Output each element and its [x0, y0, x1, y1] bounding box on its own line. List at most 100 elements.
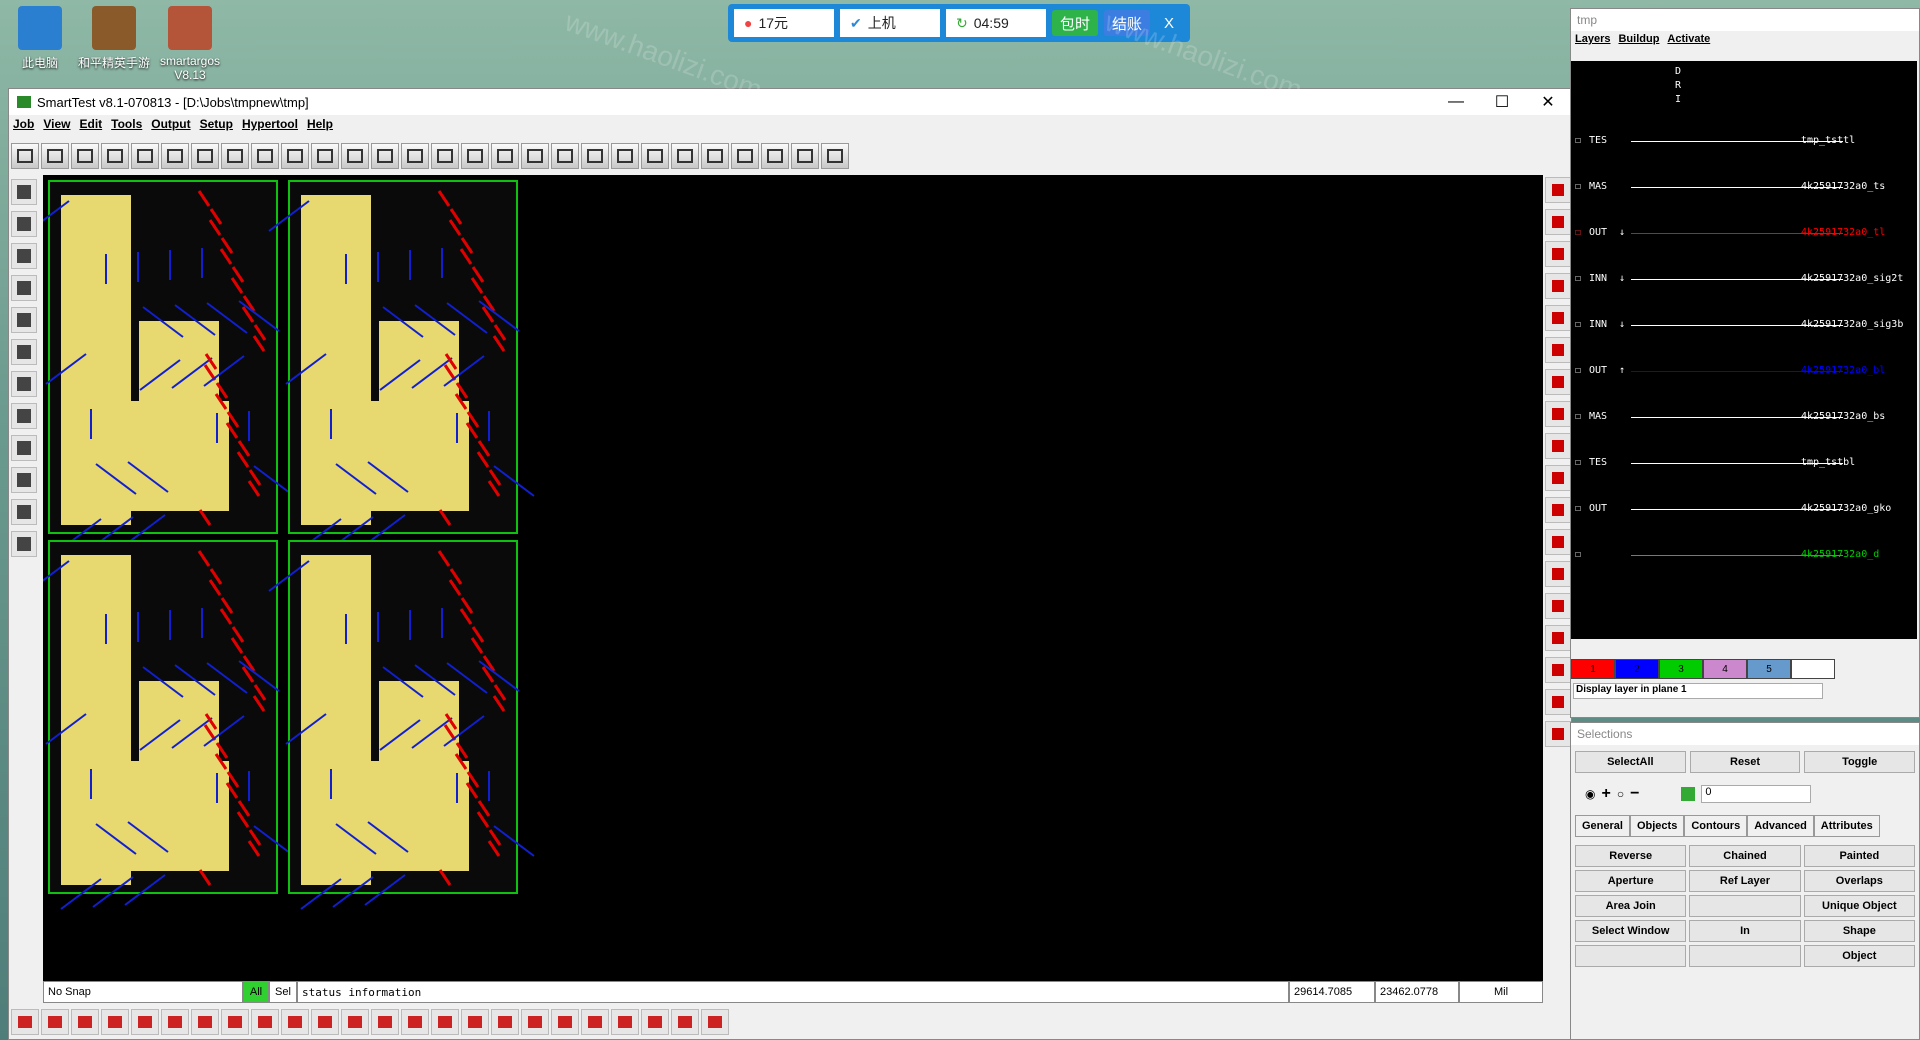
right-tool-button[interactable]	[1545, 337, 1571, 363]
bottom-tool-button[interactable]	[221, 1009, 249, 1035]
left-tool-button[interactable]	[11, 531, 37, 557]
selection-option[interactable]: Aperture	[1575, 870, 1687, 892]
selection-option[interactable]: Overlaps	[1803, 870, 1915, 892]
bottom-tool-button[interactable]	[581, 1009, 609, 1035]
bottom-tool-button[interactable]	[431, 1009, 459, 1035]
right-tool-button[interactable]	[1545, 177, 1571, 203]
layer-checkbox[interactable]: ☐	[1575, 503, 1581, 514]
radio-add[interactable]: ◉	[1585, 787, 1595, 801]
bottom-tool-button[interactable]	[41, 1009, 69, 1035]
toolbar-button[interactable]	[671, 143, 699, 169]
all-button[interactable]: All	[243, 981, 269, 1003]
maximize-button[interactable]: ☐	[1479, 92, 1525, 112]
right-tool-button[interactable]	[1545, 401, 1571, 427]
toolbar-button[interactable]	[791, 143, 819, 169]
right-tool-button[interactable]	[1545, 721, 1571, 747]
checkout-button[interactable]: 结账	[1104, 10, 1151, 36]
selection-option[interactable]: Painted	[1803, 845, 1915, 867]
layer-row[interactable]: ☐ MAS 4k2591732a0_ts	[1571, 181, 1917, 195]
tab-activate[interactable]: Activate	[1667, 33, 1710, 45]
count-field[interactable]: 0	[1701, 785, 1812, 803]
layer-row[interactable]: ☐ TES tmp_tstbl	[1571, 457, 1917, 471]
plane-button[interactable]	[1791, 659, 1835, 679]
left-tool-button[interactable]	[11, 275, 37, 301]
package-button[interactable]: 包时	[1052, 10, 1099, 36]
selection-option[interactable]: Chained	[1689, 845, 1801, 867]
right-tool-button[interactable]	[1545, 497, 1571, 523]
bottom-tool-button[interactable]	[551, 1009, 579, 1035]
desktop-icon-smartargos[interactable]: smartargos V8.13	[150, 0, 230, 82]
left-tool-button[interactable]	[11, 307, 37, 333]
tab-buildup[interactable]: Buildup	[1618, 33, 1659, 45]
left-tool-button[interactable]	[11, 403, 37, 429]
selection-option[interactable]: Area Join	[1575, 895, 1687, 917]
layer-checkbox[interactable]: ☐	[1575, 273, 1581, 284]
toggle-button[interactable]: Toggle	[1804, 751, 1916, 773]
select-all-button[interactable]: SelectAll	[1575, 751, 1686, 773]
bottom-tool-button[interactable]	[341, 1009, 369, 1035]
layer-row[interactable]: ☐ OUT ↓ 4k2591732a0_tl	[1571, 227, 1917, 241]
menu-setup[interactable]: Setup	[200, 117, 233, 131]
selection-tab[interactable]: Advanced	[1747, 815, 1814, 837]
right-tool-button[interactable]	[1545, 689, 1571, 715]
right-tool-button[interactable]	[1545, 273, 1571, 299]
right-tool-button[interactable]	[1545, 209, 1571, 235]
bottom-tool-button[interactable]	[281, 1009, 309, 1035]
tab-layers[interactable]: Layers	[1575, 33, 1610, 45]
close-window-button[interactable]: ✕	[1525, 92, 1571, 112]
minimize-button[interactable]: —	[1433, 93, 1479, 111]
bottom-tool-button[interactable]	[611, 1009, 639, 1035]
toolbar-button[interactable]	[71, 143, 99, 169]
bottom-tool-button[interactable]	[371, 1009, 399, 1035]
menu-job[interactable]: Job	[13, 117, 34, 131]
toolbar-button[interactable]	[401, 143, 429, 169]
right-tool-button[interactable]	[1545, 241, 1571, 267]
reset-button[interactable]: Reset	[1689, 751, 1801, 773]
toolbar-button[interactable]	[341, 143, 369, 169]
selection-option[interactable]: Ref Layer	[1689, 870, 1801, 892]
toolbar-button[interactable]	[221, 143, 249, 169]
toolbar-button[interactable]	[641, 143, 669, 169]
bottom-tool-button[interactable]	[641, 1009, 669, 1035]
bottom-tool-button[interactable]	[461, 1009, 489, 1035]
toolbar-button[interactable]	[281, 143, 309, 169]
selection-option[interactable]	[1689, 895, 1801, 917]
selection-option[interactable]	[1689, 945, 1801, 967]
selection-option[interactable]: In	[1689, 920, 1801, 942]
selection-option[interactable]: Object	[1803, 945, 1915, 967]
toolbar-button[interactable]	[251, 143, 279, 169]
toolbar-button[interactable]	[461, 143, 489, 169]
menu-hypertool[interactable]: Hypertool	[242, 117, 298, 131]
right-tool-button[interactable]	[1545, 657, 1571, 683]
close-button[interactable]: X	[1156, 10, 1182, 36]
right-tool-button[interactable]	[1545, 625, 1571, 651]
layer-row[interactable]: ☐ INN ↓ 4k2591732a0_sig3b	[1571, 319, 1917, 333]
toolbar-button[interactable]	[701, 143, 729, 169]
selection-tab[interactable]: Contours	[1684, 815, 1748, 837]
toolbar-button[interactable]	[521, 143, 549, 169]
layer-checkbox[interactable]: ☐	[1575, 181, 1581, 192]
toolbar-button[interactable]	[611, 143, 639, 169]
minus-icon[interactable]: −	[1630, 785, 1639, 803]
plus-icon[interactable]: +	[1601, 785, 1610, 803]
selection-option[interactable]: Select Window	[1575, 920, 1687, 942]
toolbar-button[interactable]	[161, 143, 189, 169]
selection-option[interactable]: Unique Object	[1803, 895, 1915, 917]
left-tool-button[interactable]	[11, 339, 37, 365]
toolbar-button[interactable]	[101, 143, 129, 169]
toolbar-button[interactable]	[311, 143, 339, 169]
bottom-tool-button[interactable]	[131, 1009, 159, 1035]
bottom-tool-button[interactable]	[491, 1009, 519, 1035]
selection-option[interactable]: Reverse	[1575, 845, 1687, 867]
left-tool-button[interactable]	[11, 467, 37, 493]
plane-button[interactable]: 2	[1615, 659, 1659, 679]
right-tool-button[interactable]	[1545, 433, 1571, 459]
toolbar-button[interactable]	[41, 143, 69, 169]
left-tool-button[interactable]	[11, 499, 37, 525]
menu-output[interactable]: Output	[151, 117, 190, 131]
toolbar-button[interactable]	[581, 143, 609, 169]
menu-edit[interactable]: Edit	[79, 117, 102, 131]
layer-row[interactable]: ☐ 4k2591732a0_d	[1571, 549, 1917, 563]
selection-tab[interactable]: General	[1575, 815, 1630, 837]
toolbar-button[interactable]	[131, 143, 159, 169]
